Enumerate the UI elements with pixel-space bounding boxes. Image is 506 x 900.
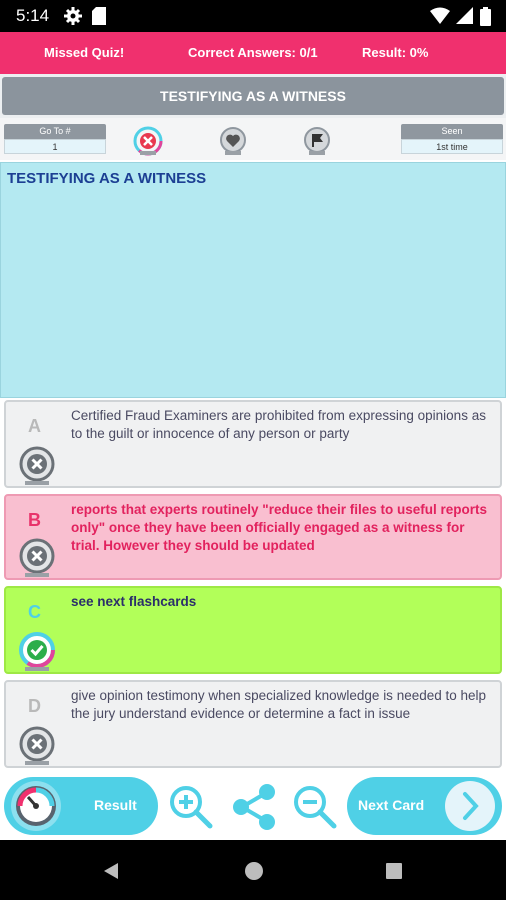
answer-option-b[interactable]: B reports that experts routinely "reduce… [4, 494, 502, 580]
battery-icon [480, 7, 491, 31]
zoom-out-icon[interactable] [292, 784, 338, 835]
chevron-right-icon [443, 780, 497, 835]
tool-row: Go To # 1 Seen 1st time [0, 118, 506, 160]
status-bar: 5:14 [0, 0, 506, 32]
answer-option-d[interactable]: D give opinion testimony when specialize… [4, 680, 502, 768]
signal-icon [456, 7, 474, 30]
wifi-icon [430, 7, 450, 30]
wrong-mark-icon [17, 538, 57, 578]
home-nav-icon[interactable] [244, 861, 264, 886]
wrong-mark-icon [17, 726, 57, 766]
zoom-in-icon[interactable] [168, 784, 214, 835]
status-time: 5:14 [16, 6, 50, 25]
option-letter: B [28, 510, 41, 530]
result-button[interactable]: Result [4, 777, 158, 835]
system-nav-bar [0, 840, 506, 900]
option-text: give opinion testimony when specialized … [71, 688, 487, 721]
option-text: Certified Fraud Examiners are prohibited… [71, 408, 486, 441]
bottom-bar: Result Next Card [0, 772, 506, 840]
option-text: see next flashcards [71, 594, 197, 609]
wrong-mark-icon [17, 446, 57, 486]
question-card: TESTIFYING AS A WITNESS [0, 162, 506, 398]
option-letter: D [28, 696, 41, 716]
sd-card-icon [92, 7, 106, 30]
seen-label: Seen [401, 124, 503, 139]
favorite-heart-icon[interactable] [218, 126, 248, 156]
settings-gear-icon [64, 7, 82, 30]
answer-option-a[interactable]: A Certified Fraud Examiners are prohibit… [4, 400, 502, 488]
correct-check-icon [17, 632, 57, 672]
next-card-label: Next Card [358, 797, 425, 813]
share-icon[interactable] [230, 782, 278, 837]
score-bar: Missed Quiz! Correct Answers: 0/1 Result… [0, 32, 506, 74]
question-text: TESTIFYING AS A WITNESS [7, 170, 207, 187]
result-percent-label: Result: 0% [362, 45, 429, 60]
seen-box: Seen 1st time [401, 124, 503, 156]
option-letter: C [28, 602, 41, 622]
goto-box[interactable]: Go To # 1 [4, 124, 106, 156]
seen-value: 1st time [401, 139, 503, 154]
result-button-label: Result [94, 797, 137, 813]
goto-label: Go To # [4, 124, 106, 139]
page-title: TESTIFYING AS A WITNESS [2, 77, 504, 115]
remove-card-icon[interactable] [133, 126, 163, 156]
next-card-button[interactable]: Next Card [347, 777, 502, 835]
title-bar: TESTIFYING AS A WITNESS [0, 74, 506, 118]
gauge-icon [6, 779, 70, 836]
answer-option-c[interactable]: C see next flashcards [4, 586, 502, 674]
missed-quiz-label: Missed Quiz! [44, 45, 125, 60]
recents-nav-icon[interactable] [385, 862, 403, 885]
correct-answers-label: Correct Answers: 0/1 [188, 45, 318, 60]
goto-value[interactable]: 1 [4, 139, 106, 154]
option-text: reports that experts routinely "reduce t… [71, 502, 487, 553]
back-nav-icon[interactable] [103, 862, 119, 885]
option-letter: A [28, 416, 41, 436]
flag-icon[interactable] [302, 126, 332, 156]
